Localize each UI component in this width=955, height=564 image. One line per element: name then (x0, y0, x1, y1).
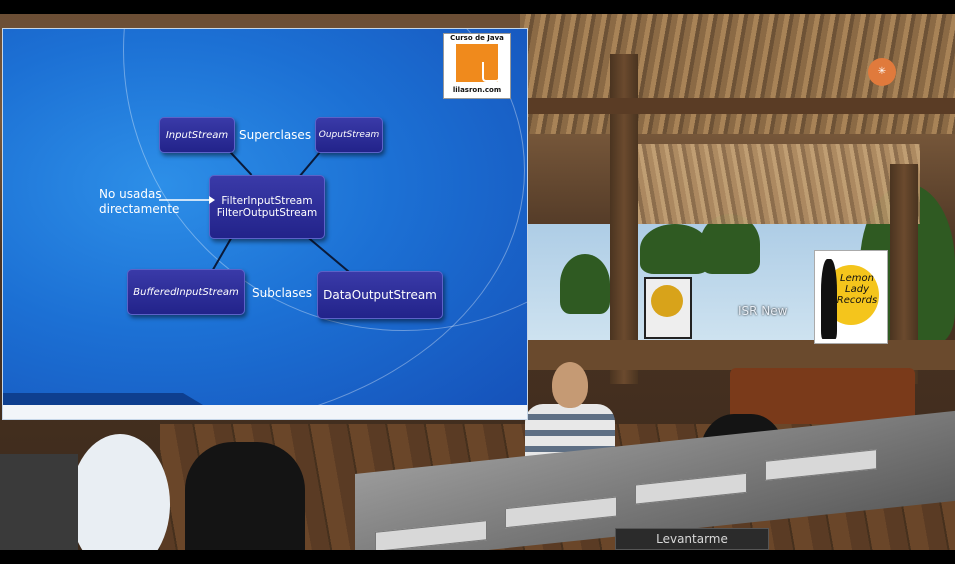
node-label: BufferedInputStream (133, 286, 239, 298)
avatar-name-tag: ISR New (738, 304, 788, 318)
wooden-beam (528, 98, 955, 114)
cup-shape (482, 62, 500, 82)
node-label: OuputStream (318, 130, 380, 140)
avatar-head[interactable] (552, 362, 588, 408)
filter-stream-node: FilterInputStream FilterOutputStream (209, 175, 325, 239)
superclases-label: Superclases (239, 128, 312, 142)
arrow-icon (159, 196, 215, 204)
presentation-slide[interactable]: Curso de Java lilasron.com InputStream O… (2, 28, 528, 420)
console-fader[interactable] (505, 496, 617, 529)
bufferedinputstream-node: BufferedInputStream (127, 269, 245, 315)
stand-up-button[interactable]: Levantarme (615, 528, 769, 550)
console-fader[interactable] (635, 472, 747, 505)
gold-disc-icon (651, 285, 683, 317)
palm-tree (560, 254, 610, 314)
slide-footer-accent (3, 393, 203, 405)
node-label: FilterInputStream (221, 195, 313, 207)
sign-text: Lemon Lady Records (836, 273, 878, 306)
lemon-lady-records-sign[interactable]: Lemon Lady Records (814, 250, 888, 344)
console-fader[interactable] (375, 520, 487, 550)
thatch-roof-inner (620, 144, 920, 224)
subclases-label: Subclases (252, 286, 313, 300)
ouputstream-node: OuputStream (315, 117, 383, 153)
dark-panel (0, 454, 78, 550)
node-label: InputStream (165, 129, 229, 141)
dataoutputstream-node: DataOutputStream (317, 271, 443, 319)
logo-site: lilasron.com (452, 86, 502, 94)
logo-title: Curso de Java (450, 34, 504, 42)
java-cup-icon (456, 44, 500, 82)
slide-footer-band (3, 405, 527, 419)
viewer-window: Lemon Lady Records ISR New ✳ Curso de Ja… (0, 0, 955, 564)
gold-record-frame[interactable] (644, 277, 692, 339)
course-logo: Curso de Java lilasron.com (443, 33, 511, 99)
chair[interactable] (185, 442, 305, 550)
white-object (70, 434, 170, 550)
node-label: DataOutputStream (323, 288, 437, 302)
deck-rail (528, 340, 955, 370)
console-fader[interactable] (765, 449, 877, 481)
inputstream-node: InputStream (159, 117, 235, 153)
node-label: FilterOutputStream (216, 207, 318, 219)
ubuntu-logo-icon: ✳ (868, 58, 896, 86)
